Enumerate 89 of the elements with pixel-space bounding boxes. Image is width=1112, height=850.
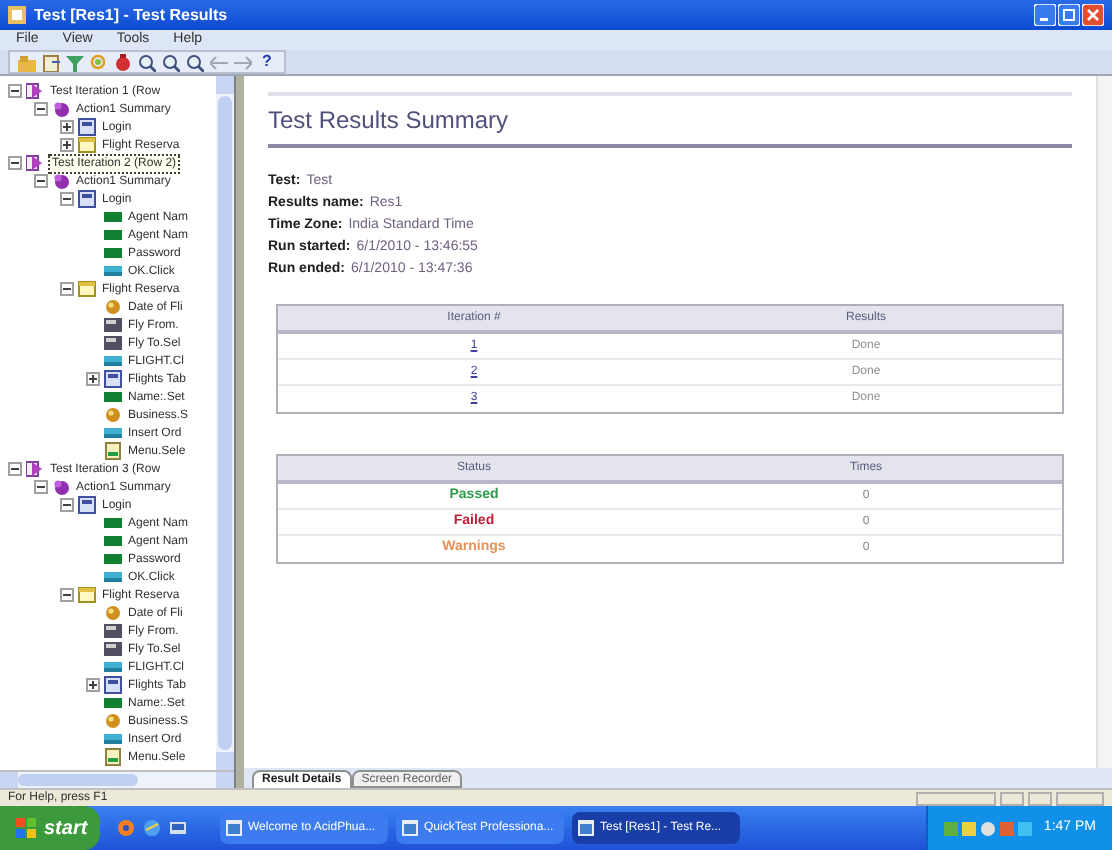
edit-box-icon (104, 226, 122, 244)
minus-icon (36, 176, 46, 186)
sphere-icon (52, 478, 70, 496)
start-button[interactable]: start (0, 806, 100, 850)
list-box-icon (104, 640, 122, 658)
desktop-icon[interactable] (168, 818, 188, 838)
list-box-icon (104, 622, 122, 640)
window-icon (226, 820, 242, 836)
edit-box-icon (104, 208, 122, 226)
window-icon (578, 820, 594, 836)
minus-icon (10, 464, 20, 474)
window-icon (78, 190, 96, 208)
document-play-icon (26, 82, 44, 100)
expand-toggle[interactable] (86, 372, 100, 386)
window-icon (402, 820, 418, 836)
edit-box-icon (104, 388, 122, 406)
expand-toggle[interactable] (86, 678, 100, 692)
plus-icon (88, 680, 98, 690)
close-button[interactable] (1082, 4, 1104, 26)
app-icon (8, 6, 26, 24)
zoom-icon[interactable] (186, 53, 204, 71)
list-box-icon (104, 334, 122, 352)
globe-icon (104, 406, 122, 424)
collapse-toggle[interactable] (60, 192, 74, 206)
maximize-button[interactable] (1058, 4, 1080, 26)
collapse-toggle[interactable] (34, 480, 48, 494)
dialog-icon (78, 136, 96, 154)
edit-box-icon (104, 694, 122, 712)
edit-box-icon (104, 514, 122, 532)
globe-icon (104, 604, 122, 622)
plus-icon (62, 140, 72, 150)
collapse-toggle[interactable] (34, 102, 48, 116)
expand-toggle[interactable] (60, 138, 74, 152)
globe-icon (104, 298, 122, 316)
document-icon[interactable] (42, 53, 60, 71)
vertical-scrollbar[interactable] (1096, 76, 1112, 768)
document-play-icon (26, 154, 44, 172)
menu-icon (104, 748, 122, 766)
dialog-icon (78, 280, 96, 298)
button-icon (104, 262, 122, 280)
button-icon (104, 658, 122, 676)
sphere-icon (52, 172, 70, 190)
help-button[interactable]: ? (258, 50, 276, 74)
minus-icon (62, 590, 72, 600)
button-icon (104, 352, 122, 370)
collapse-toggle[interactable] (60, 588, 74, 602)
windows-flag-icon (16, 818, 36, 838)
minus-icon (62, 194, 72, 204)
dialog-icon (78, 586, 96, 604)
plus-icon (62, 122, 72, 132)
collapse-toggle[interactable] (8, 462, 22, 476)
window-title: Test [Res1] - Test Results (34, 3, 228, 27)
disc-icon[interactable] (116, 818, 136, 838)
window-icon (78, 118, 96, 136)
minus-icon (62, 500, 72, 510)
collapse-toggle[interactable] (8, 156, 22, 170)
collapse-toggle[interactable] (60, 282, 74, 296)
collapse-toggle[interactable] (8, 84, 22, 98)
globe-icon[interactable] (142, 818, 162, 838)
collapse-toggle[interactable] (60, 498, 74, 512)
plus-icon (88, 374, 98, 384)
edit-box-icon (104, 244, 122, 262)
zoom-icon[interactable] (162, 53, 180, 71)
window-icon (104, 370, 122, 388)
edit-box-icon (104, 550, 122, 568)
minus-icon (10, 86, 20, 96)
minus-icon (10, 158, 20, 168)
sphere-icon (52, 100, 70, 118)
button-icon (104, 730, 122, 748)
minus-icon (62, 284, 72, 294)
minus-icon (36, 482, 46, 492)
summary-title: Test Results Summary (268, 92, 1072, 148)
edit-box-icon (104, 532, 122, 550)
horizontal-scrollbar[interactable] (0, 770, 234, 788)
button-icon (104, 568, 122, 586)
list-box-icon (104, 316, 122, 334)
minus-icon (36, 104, 46, 114)
bug-icon[interactable] (114, 53, 132, 71)
expand-toggle[interactable] (60, 120, 74, 134)
window-icon (78, 496, 96, 514)
menu-icon (104, 442, 122, 460)
collapse-toggle[interactable] (34, 174, 48, 188)
vertical-scrollbar[interactable] (216, 76, 234, 770)
zoom-icon[interactable] (138, 53, 156, 71)
window-icon (104, 676, 122, 694)
globe-icon (104, 712, 122, 730)
button-icon (104, 424, 122, 442)
document-play-icon (26, 460, 44, 478)
minimize-button[interactable] (1034, 4, 1056, 26)
